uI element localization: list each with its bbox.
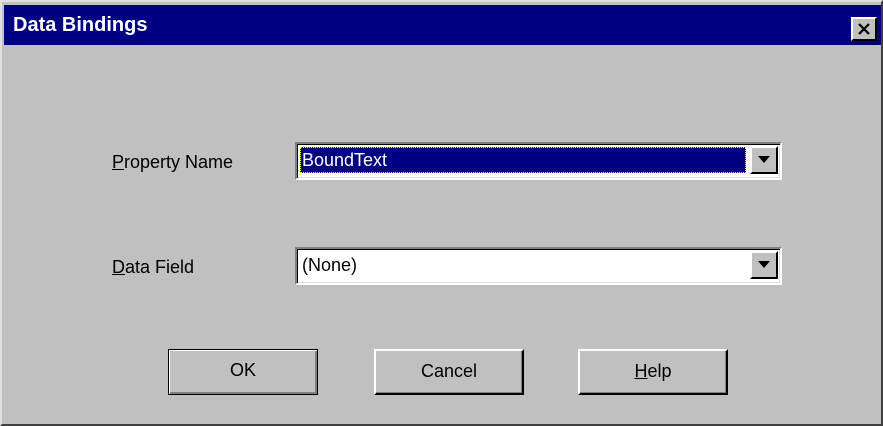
close-icon <box>858 23 870 35</box>
help-accelerator: H <box>634 361 648 381</box>
close-button[interactable] <box>851 17 877 41</box>
cancel-button[interactable]: Cancel <box>374 349 524 395</box>
property-name-label-text: roperty Name <box>124 152 234 172</box>
data-field-label-text: ata Field <box>125 257 195 277</box>
property-name-dropdown-button[interactable] <box>750 146 778 174</box>
help-label-text: elp <box>647 361 672 381</box>
data-field-dropdown[interactable]: (None) <box>295 247 782 285</box>
property-name-dropdown[interactable]: BoundText <box>295 142 782 180</box>
property-name-accelerator: P <box>112 152 125 172</box>
help-button[interactable]: Help <box>578 349 728 395</box>
chevron-down-icon <box>758 261 770 268</box>
data-field-label: Data Field <box>112 257 194 277</box>
data-bindings-dialog: Data Bindings Property Name BoundText Da… <box>0 0 883 426</box>
data-field-value: (None) <box>302 255 358 275</box>
dialog-title: Data Bindings <box>13 14 148 36</box>
property-name-label: Property Name <box>112 152 233 172</box>
property-name-value: BoundText <box>300 147 746 173</box>
data-field-dropdown-button[interactable] <box>750 251 778 279</box>
ok-button[interactable]: OK <box>168 349 318 395</box>
data-field-accelerator: D <box>112 257 125 277</box>
chevron-down-icon <box>758 156 770 163</box>
title-bar: Data Bindings <box>4 5 881 45</box>
